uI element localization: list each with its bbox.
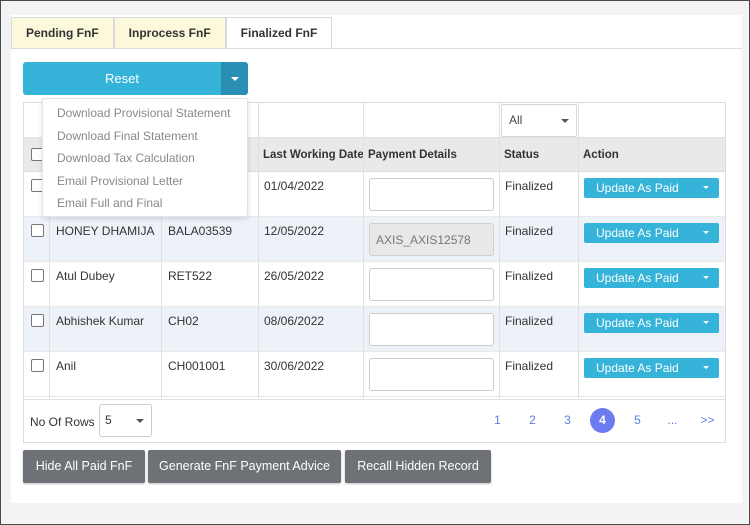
tab-divider: [11, 48, 742, 49]
chevron-down-icon: [703, 276, 709, 279]
recall-hidden-record-button[interactable]: Recall Hidden Record: [345, 450, 491, 483]
update-as-paid-button[interactable]: Update As Paid: [584, 223, 719, 243]
rows-per-page-value: 5: [105, 413, 112, 427]
header-action: Action: [583, 149, 619, 161]
row-checkbox[interactable]: [31, 314, 44, 327]
table-row: Abhishek Kumar CH02 08/06/2022 Finalized…: [24, 307, 725, 352]
payment-details-input[interactable]: [369, 178, 494, 211]
employee-code: RET522: [168, 269, 213, 283]
generate-payment-advice-button[interactable]: Generate FnF Payment Advice: [148, 450, 341, 483]
payment-details-input[interactable]: [369, 313, 494, 346]
last-working-date: 08/06/2022: [264, 314, 325, 328]
employee-name: Atul Dubey: [56, 269, 115, 283]
row-checkbox[interactable]: [31, 224, 44, 237]
table-footer: No Of Rows : 5 1 2 3 4 5 ... >>: [24, 399, 725, 442]
chevron-down-icon: [136, 419, 144, 423]
reset-button[interactable]: Reset: [23, 62, 221, 95]
employee-name: HONEY DHAMIJA: [56, 224, 155, 238]
menu-item-download-tax-calculation[interactable]: Download Tax Calculation: [43, 147, 247, 170]
update-as-paid-label: Update As Paid: [596, 226, 679, 240]
last-working-date: 01/04/2022: [264, 179, 325, 193]
page-1-link[interactable]: 1: [485, 408, 510, 433]
tab-pending-fnf[interactable]: Pending FnF: [11, 17, 114, 49]
status-value: Finalized: [505, 359, 554, 373]
header-payment-details: Payment Details: [368, 149, 457, 161]
employee-code: CH02: [168, 314, 199, 328]
rows-per-page-select[interactable]: 5: [99, 404, 152, 437]
update-as-paid-button[interactable]: Update As Paid: [584, 268, 719, 288]
payment-details-input[interactable]: [369, 358, 494, 391]
status-filter-select[interactable]: All: [501, 104, 577, 137]
update-as-paid-button[interactable]: Update As Paid: [584, 313, 719, 333]
page-5-link[interactable]: 5: [625, 408, 650, 433]
menu-item-email-full-and-final[interactable]: Email Full and Final: [43, 192, 247, 215]
page-2-link[interactable]: 2: [520, 408, 545, 433]
status-value: Finalized: [505, 314, 554, 328]
column-divider: [363, 103, 364, 398]
header-last-working-date: Last Working Date: [263, 149, 364, 161]
chevron-down-icon: [703, 231, 709, 234]
next-pages-link[interactable]: >>: [695, 408, 720, 433]
last-working-date: 30/06/2022: [264, 359, 325, 373]
app-frame: Pending FnF Inprocess FnF Finalized FnF …: [0, 0, 750, 525]
header-status: Status: [504, 149, 540, 161]
tab-inprocess-fnf[interactable]: Inprocess FnF: [113, 17, 226, 49]
page-4-link[interactable]: 4: [590, 408, 615, 433]
employee-code: CH001001: [168, 359, 226, 373]
menu-item-download-provisional-statement[interactable]: Download Provisional Statement: [43, 102, 247, 125]
chevron-down-icon: [561, 119, 569, 123]
menu-item-download-final-statement[interactable]: Download Final Statement: [43, 125, 247, 148]
chevron-down-icon: [703, 186, 709, 189]
column-divider: [499, 103, 500, 398]
hide-all-paid-button[interactable]: Hide All Paid FnF: [23, 450, 145, 483]
status-value: Finalized: [505, 224, 554, 238]
update-as-paid-button[interactable]: Update As Paid: [584, 178, 719, 198]
table-row: Atul Dubey RET522 26/05/2022 Finalized U…: [24, 262, 725, 307]
row-checkbox[interactable]: [31, 359, 44, 372]
page-3-link[interactable]: 3: [555, 408, 580, 433]
status-value: Finalized: [505, 179, 554, 193]
employee-name: Abhishek Kumar: [56, 314, 145, 328]
rows-per-page-label: No Of Rows :: [30, 415, 102, 429]
update-as-paid-label: Update As Paid: [596, 361, 679, 375]
tab-bar: Pending FnF Inprocess FnF Finalized FnF: [11, 17, 333, 49]
menu-item-email-provisional-letter[interactable]: Email Provisional Letter: [43, 170, 247, 193]
chevron-down-icon: [230, 76, 239, 81]
column-divider: [578, 103, 579, 398]
table-row: HONEY DHAMIJA BALA03539 12/05/2022 Final…: [24, 217, 725, 262]
reset-split-button: Reset: [23, 62, 248, 95]
update-as-paid-button[interactable]: Update As Paid: [584, 358, 719, 378]
column-divider: [258, 103, 259, 398]
last-working-date: 26/05/2022: [264, 269, 325, 283]
update-as-paid-label: Update As Paid: [596, 271, 679, 285]
chevron-down-icon: [703, 321, 709, 324]
payment-details-input: [369, 223, 494, 256]
payment-details-input[interactable]: [369, 268, 494, 301]
chevron-down-icon: [703, 366, 709, 369]
update-as-paid-label: Update As Paid: [596, 181, 679, 195]
table-row: Anil CH001001 30/06/2022 Finalized Updat…: [24, 352, 725, 397]
status-value: Finalized: [505, 269, 554, 283]
tab-finalized-fnf[interactable]: Finalized FnF: [225, 17, 333, 49]
page-ellipsis[interactable]: ...: [660, 408, 685, 433]
row-checkbox[interactable]: [31, 269, 44, 282]
status-filter-value: All: [509, 113, 523, 127]
employee-name: Anil: [56, 359, 77, 373]
reset-dropdown-toggle[interactable]: [221, 62, 248, 95]
last-working-date: 12/05/2022: [264, 224, 325, 238]
reset-dropdown-menu: Download Provisional Statement Download …: [42, 98, 248, 217]
update-as-paid-label: Update As Paid: [596, 316, 679, 330]
employee-code: BALA03539: [168, 224, 233, 238]
